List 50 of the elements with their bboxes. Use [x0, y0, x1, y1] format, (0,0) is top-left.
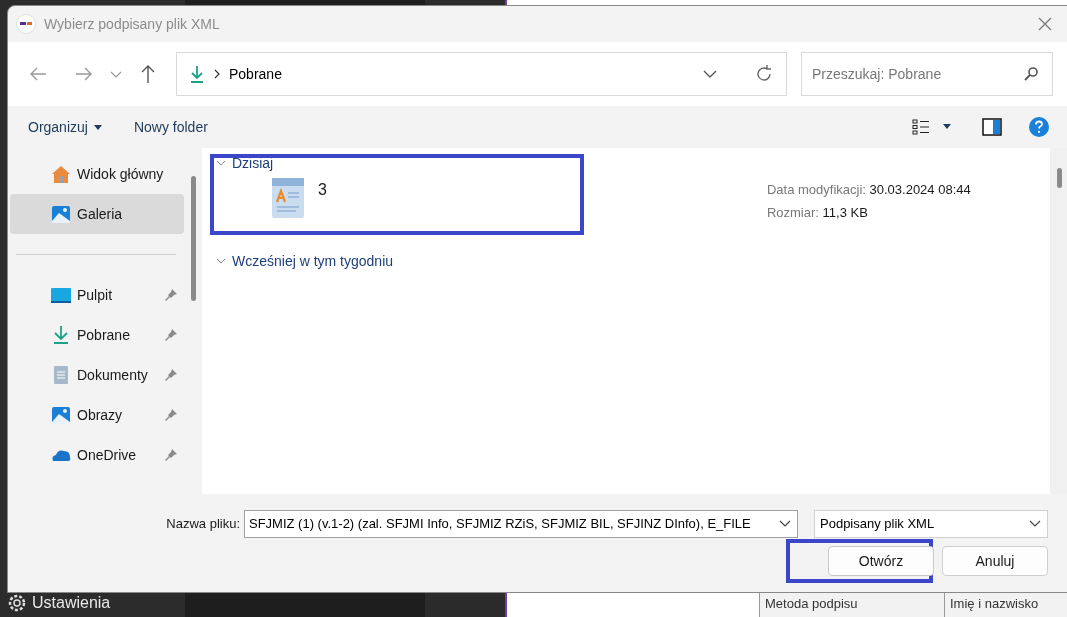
column-header: Metoda podpisu [759, 591, 944, 617]
preview-pane-icon[interactable] [982, 118, 1002, 136]
sidebar-item[interactable]: Pobrane [10, 315, 184, 355]
file-detail: Rozmiar: 11,3 KB [766, 203, 869, 222]
address-bar[interactable]: Pobrane [176, 52, 787, 96]
help-icon[interactable] [1028, 116, 1050, 138]
sidebar-item[interactable]: Widok główny [10, 154, 184, 194]
picture-icon [50, 203, 72, 225]
sidebar-item[interactable]: Pulpit [10, 275, 184, 315]
sidebar-item[interactable]: Dokumenty [10, 355, 184, 395]
pin-icon[interactable] [164, 368, 178, 382]
file-name[interactable]: 3 [318, 178, 327, 202]
filename-field[interactable]: SFJMIZ (1) (v.1-2) (zal. SFJMI Info, SFJMIZ RZiS, SFJMIZ BIL, SFJINZ DInfo), E_FILE [244, 510, 798, 538]
file-detail: Data modyfikacji: 30.03.2024 08:44 [766, 181, 971, 199]
chevron-down-icon[interactable] [1029, 520, 1041, 528]
sidebar-item[interactable]: Obrazy [10, 395, 184, 435]
window-title: Wybierz podpisany plik XML [44, 14, 221, 34]
close-icon[interactable] [1038, 17, 1052, 31]
sidebar-item[interactable]: OneDrive [10, 435, 184, 475]
gear-icon[interactable] [6, 592, 28, 614]
group-header[interactable]: Wcześniej w tym tygodniu [232, 250, 394, 272]
view-list-icon[interactable] [912, 119, 930, 135]
caret-icon[interactable] [942, 124, 952, 130]
download-icon [189, 64, 205, 84]
pin-icon[interactable] [164, 328, 178, 342]
filename-label: Nazwa pliku: [166, 515, 240, 534]
dialog-button[interactable]: Anuluj [942, 546, 1048, 576]
breadcrumb-chevron-icon [213, 69, 221, 79]
scrollbar-thumb[interactable] [1056, 168, 1062, 188]
column-header: Imię i nazwisko [944, 591, 1067, 617]
document-icon [270, 176, 306, 220]
settings-label[interactable]: Ustawienia [32, 591, 111, 615]
scrollbar-thumb[interactable] [190, 176, 196, 301]
house-icon [50, 163, 72, 185]
address-path[interactable]: Pobrane [229, 63, 694, 85]
dialog-button[interactable]: Otwórz [828, 546, 934, 576]
pin-icon[interactable] [164, 288, 178, 302]
picture-icon [50, 404, 72, 426]
search-field[interactable]: Przeszukaj: Pobrane [801, 52, 1053, 96]
chevron-down-icon[interactable] [779, 520, 791, 528]
search-icon[interactable] [1023, 66, 1039, 82]
toolbar-button[interactable]: Organizuj [22, 116, 108, 138]
file-type-dropdown[interactable]: Podpisany plik XML [814, 510, 1048, 538]
pin-icon[interactable] [164, 448, 178, 462]
refresh-icon[interactable] [754, 64, 774, 84]
toolbar-button[interactable]: Nowy folder [127, 116, 214, 138]
app-logo-icon [16, 14, 36, 34]
sidebar-item[interactable]: Galeria [10, 194, 184, 234]
pin-icon[interactable] [164, 408, 178, 422]
group-header[interactable]: Dzisiaj [232, 152, 274, 174]
